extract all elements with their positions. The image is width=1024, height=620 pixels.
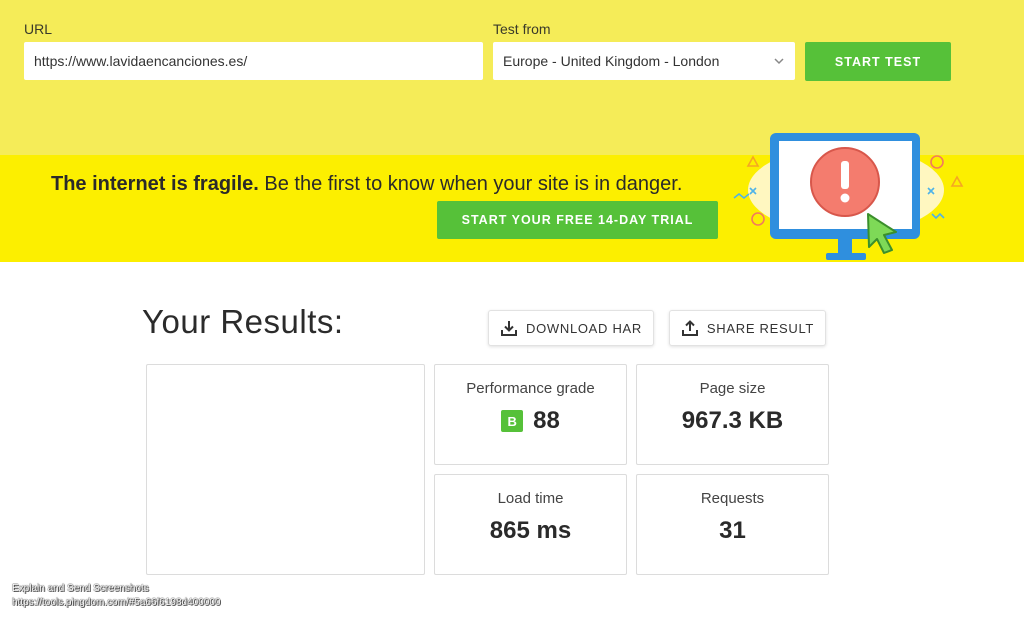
download-har-label: DOWNLOAD HAR (525, 320, 643, 336)
site-screenshot-placeholder (146, 364, 425, 575)
share-result-button[interactable]: SHARE RESULT (669, 310, 826, 346)
page-size-label: Page size (699, 380, 766, 397)
page-size-value: 967.3 KB (681, 407, 784, 434)
watermark-caption: Explain and Send Screenshots (12, 583, 149, 594)
start-test-button[interactable]: START TEST (805, 42, 951, 81)
url-label: URL (24, 21, 53, 37)
requests-card: Requests 31 (636, 474, 829, 575)
test-location-select[interactable]: Europe - United Kingdom - London (493, 42, 795, 80)
load-time-value: 865 ms (489, 517, 572, 544)
promo-rest-text: Be the first to know when your site is i… (258, 173, 683, 195)
chevron-down-icon (774, 58, 784, 65)
url-input[interactable] (24, 42, 483, 80)
share-icon (681, 320, 698, 336)
results-title: Your Results: (142, 303, 344, 340)
test-from-label: Test from (493, 21, 551, 37)
watermark-url: https://tools.pingdom.com/#5a66f6198d400… (12, 597, 221, 608)
promo-text: The internet is fragile. Be the first to… (51, 173, 682, 196)
performance-grade-label: Performance grade (466, 380, 595, 397)
grade-badge: B (501, 410, 524, 432)
download-har-button[interactable]: DOWNLOAD HAR (488, 310, 654, 346)
share-result-label: SHARE RESULT (706, 320, 815, 336)
load-time-label: Load time (497, 490, 564, 507)
monitor-alert-illustration (733, 133, 964, 260)
test-location-value: Europe - United Kingdom - London (503, 53, 720, 69)
promo-bold-text: The internet is fragile. (51, 173, 259, 195)
load-time-card: Load time 865 ms (434, 474, 627, 575)
download-icon (500, 321, 517, 336)
performance-grade-card: Performance grade B 88 (434, 364, 627, 465)
requests-value: 31 (719, 517, 746, 544)
requests-label: Requests (700, 490, 765, 507)
page-size-card: Page size 967.3 KB (636, 364, 829, 465)
free-trial-button[interactable]: START YOUR FREE 14-DAY TRIAL (437, 201, 718, 239)
performance-grade-value: 88 (533, 407, 560, 434)
